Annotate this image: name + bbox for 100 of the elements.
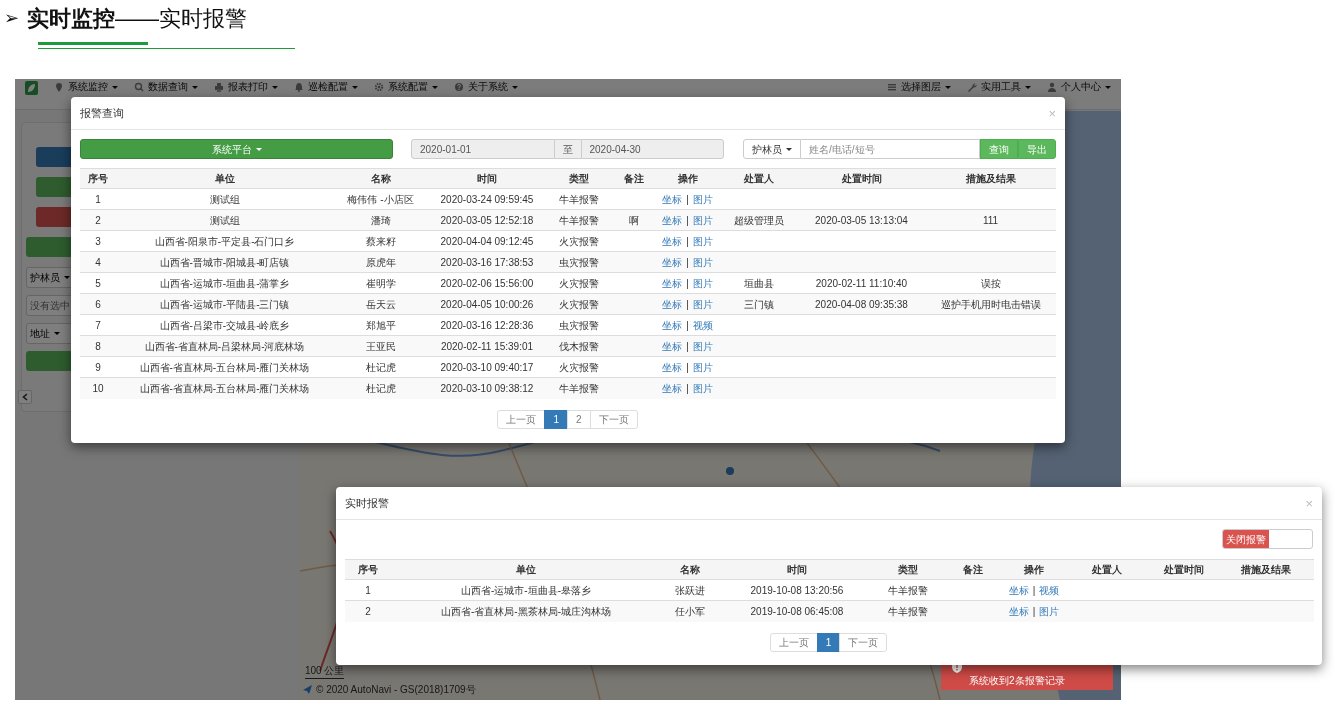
action-link[interactable]: 坐标 — [662, 380, 683, 396]
nav-menu[interactable]: 报表打印 — [214, 81, 278, 93]
action-link[interactable]: 图片 — [692, 338, 713, 354]
action-link[interactable]: 视频 — [692, 317, 713, 333]
action-link[interactable]: 坐标 — [662, 338, 683, 354]
page-button[interactable]: 1 — [544, 409, 568, 429]
search-field[interactable]: 姓名/电话/短号 — [801, 139, 980, 159]
table-cell: 2 — [365, 605, 371, 617]
table-cell: 伐木报警 — [559, 340, 599, 352]
action-link[interactable]: 坐标 — [662, 275, 683, 291]
date-field[interactable]: 2020-01-01 — [411, 139, 555, 159]
page-button[interactable]: 2 — [567, 409, 591, 429]
table-cell: 王亚民 — [365, 340, 396, 352]
table-cell: 任小军 — [675, 605, 705, 617]
alarm-toggle[interactable]: 关闭报警 — [1222, 529, 1313, 549]
table-cell: 郑旭平 — [365, 319, 396, 331]
table-cell: 山西省-省直林局-五台林局-雁门关林场 — [139, 382, 310, 394]
dialog-title: 实时报警 — [345, 495, 389, 511]
column-header: 名称 — [661, 559, 719, 580]
nav-menu[interactable]: 实用工具 — [967, 81, 1031, 93]
table-cell: 火灾报警 — [559, 235, 599, 247]
table-cell: 杜记虎 — [365, 382, 396, 394]
action-link[interactable]: 图片 — [1039, 603, 1060, 619]
column-header: 处置时间 — [1151, 559, 1217, 580]
range-separator: 至 — [562, 142, 573, 157]
column-header: 备注 — [612, 168, 655, 189]
table-cell: 牛羊报警 — [888, 584, 928, 596]
table-cell: 虫灾报警 — [559, 256, 599, 268]
action-link[interactable]: 图片 — [692, 254, 713, 270]
action-link[interactable]: 图片 — [692, 275, 713, 291]
action-link[interactable]: 坐标 — [662, 359, 683, 375]
collapse-button[interactable] — [18, 390, 32, 404]
column-header: 操作 — [655, 168, 720, 189]
pin-icon — [54, 82, 64, 92]
platform-dropdown[interactable]: 系统平台 — [80, 139, 393, 159]
action-link[interactable]: 坐标 — [662, 191, 683, 207]
bell-icon — [294, 82, 304, 92]
action-link[interactable]: 图片 — [692, 191, 713, 207]
nav-menu[interactable]: 选择图层 — [887, 81, 951, 93]
table-cell: 2020-04-04 09:12:45 — [440, 235, 534, 247]
action-link[interactable]: 坐标 — [1008, 603, 1029, 619]
date-field[interactable]: 2020-04-30 — [580, 139, 724, 159]
action-link[interactable]: 图片 — [692, 380, 713, 396]
separator-text: | — [686, 192, 689, 207]
filter-dropdown[interactable]: 护林员 — [743, 139, 801, 159]
nav-menu[interactable]: 系统配置 — [374, 81, 438, 93]
action-link[interactable]: 图片 — [692, 212, 713, 228]
list-icon — [887, 82, 897, 92]
table-cell: 山西省-吕梁市-交城县-岭底乡 — [159, 319, 290, 331]
table-cell: 2020-03-10 09:40:17 — [440, 361, 534, 373]
table-cell: 牛羊报警 — [888, 605, 928, 617]
page-button[interactable]: 上一页 — [497, 409, 546, 429]
action-link[interactable]: 坐标 — [662, 233, 683, 249]
table-cell: 6 — [95, 298, 101, 310]
user-icon — [1047, 82, 1057, 92]
nav-menu[interactable]: 关于系统 — [454, 81, 518, 93]
action-link[interactable]: 视频 — [1039, 582, 1060, 598]
page-button[interactable]: 下一页 — [589, 409, 638, 429]
table-cell: 2019-10-08 13:20:56 — [750, 584, 844, 596]
bullet-marker: ➢ — [4, 7, 19, 30]
nav-menu[interactable]: 个人中心 — [1047, 81, 1111, 93]
action-link[interactable]: 坐标 — [662, 254, 683, 270]
action-link[interactable]: 坐标 — [662, 212, 683, 228]
table-cell: 2020-02-11 11:10:40 — [815, 277, 908, 289]
page-button[interactable]: 1 — [816, 632, 841, 652]
table-cell: 3 — [95, 235, 101, 247]
action-link[interactable]: 图片 — [692, 296, 713, 312]
table-cell: 误按 — [980, 277, 1001, 289]
dialog-title: 报警查询 — [80, 105, 124, 121]
table-cell: 1 — [95, 193, 101, 205]
column-header: 处置人 — [1063, 559, 1151, 580]
column-header: 处置时间 — [798, 168, 925, 189]
nav-menu[interactable]: 巡检配置 — [294, 81, 358, 93]
table-cell: 山西省-晋城市-阳城县-町店镇 — [159, 256, 290, 268]
action-link[interactable]: 图片 — [692, 233, 713, 249]
table-cell: 2020-02-11 15:39:01 — [440, 340, 534, 352]
table-cell: 测试组 — [209, 214, 240, 226]
table-cell: 火灾报警 — [559, 277, 599, 289]
page-button[interactable]: 下一页 — [839, 632, 888, 652]
action-link[interactable]: 坐标 — [662, 296, 683, 312]
action-link[interactable]: 坐标 — [1008, 582, 1029, 598]
page-button[interactable]: 上一页 — [769, 632, 818, 652]
table-cell: 2020-03-16 17:38:53 — [440, 256, 534, 268]
action-link[interactable]: 坐标 — [662, 317, 683, 333]
nav-menu[interactable]: 系统监控 — [54, 81, 118, 93]
table-cell: 山西省-运城市-垣曲县-蒲掌乡 — [159, 277, 290, 289]
table-cell: 2020-03-05 13:13:04 — [815, 214, 908, 226]
action-link[interactable]: 图片 — [692, 359, 713, 375]
printer-icon — [214, 82, 224, 92]
separator-text: | — [686, 381, 689, 396]
table-cell: 4 — [95, 256, 101, 268]
action-button[interactable]: 导出 — [1018, 139, 1056, 159]
table-cell: 三门镇 — [744, 298, 774, 310]
table-cell: 8 — [95, 340, 101, 352]
column-header: 时间 — [428, 168, 546, 189]
column-header: 类型 — [546, 168, 612, 189]
nav-menu[interactable]: 数据查询 — [134, 81, 198, 93]
table-cell: 山西省-省直林局-黑茶林局-城庄沟林场 — [441, 605, 611, 617]
column-header: 操作 — [1005, 559, 1063, 580]
action-button[interactable]: 查询 — [980, 139, 1018, 159]
